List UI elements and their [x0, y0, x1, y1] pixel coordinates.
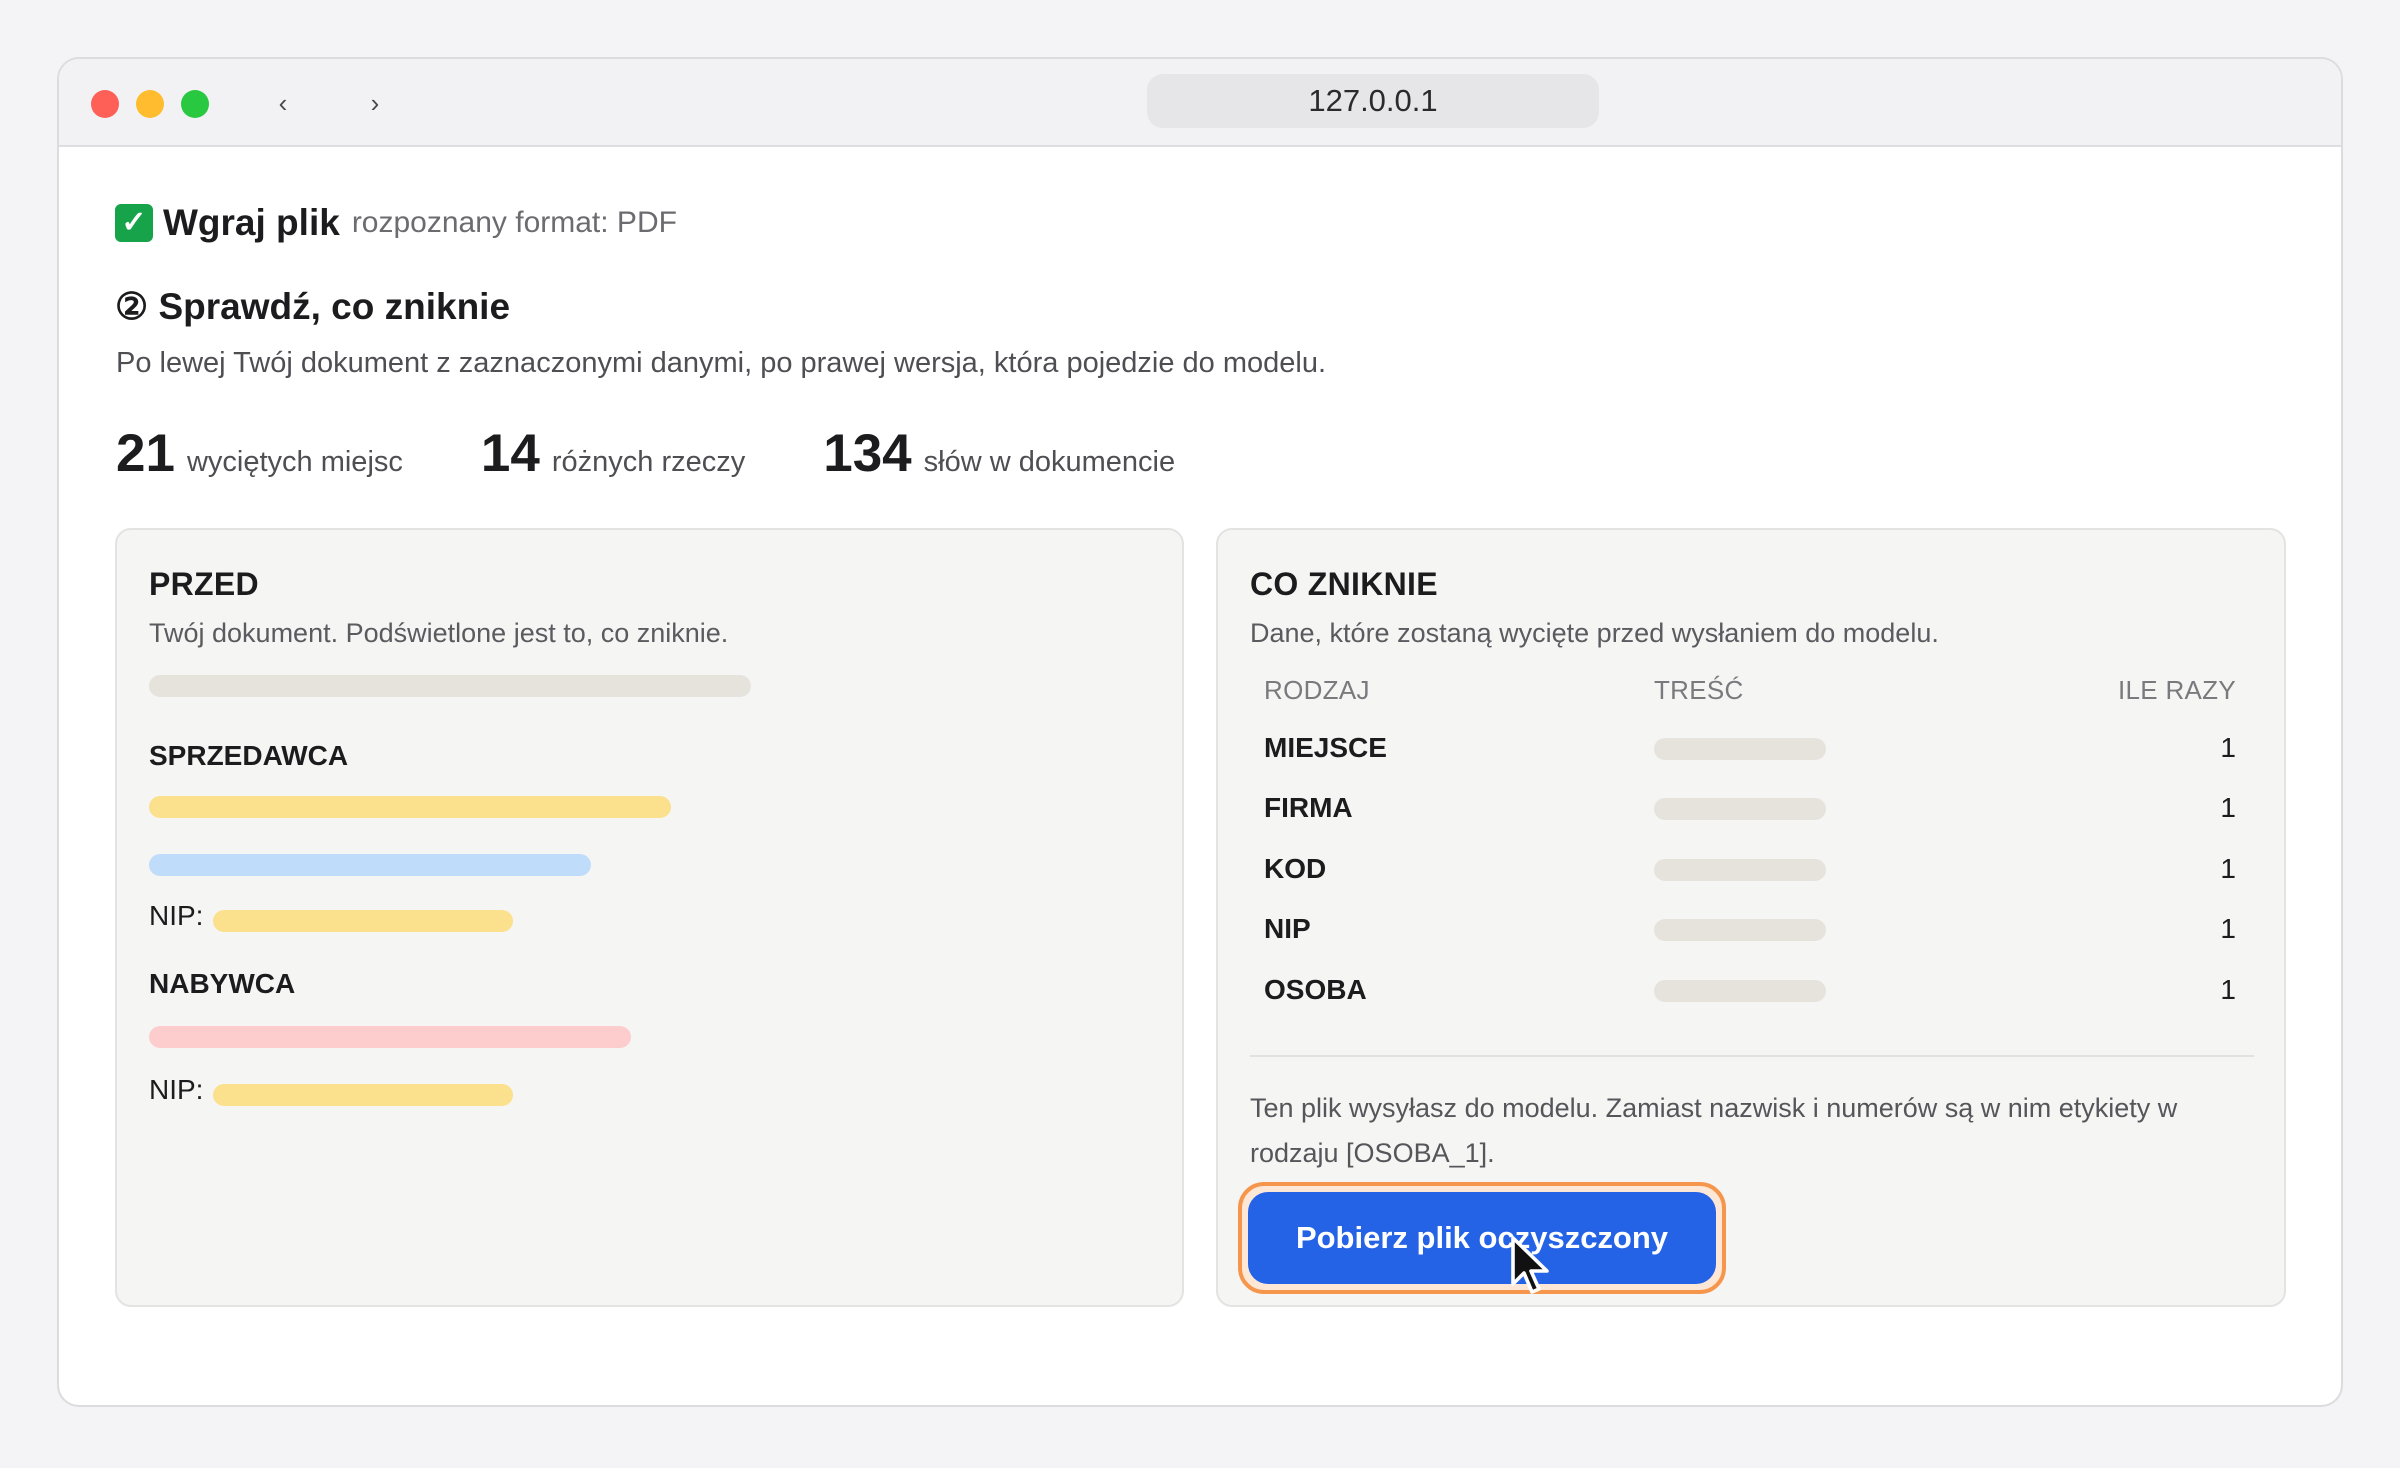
stat-cut-places: 21 wyciętych miejsc: [116, 423, 403, 484]
row-count: 1: [2220, 732, 2236, 763]
back-arrow-icon[interactable]: ‹: [263, 81, 303, 125]
browser-titlebar: ‹ › 127.0.0.1: [59, 59, 2341, 147]
before-title: PRZED: [149, 566, 259, 602]
table-row: KOD 1: [1218, 839, 2284, 899]
step2-description: Po lewej Twój dokument z zaznaczonymi da…: [116, 347, 1327, 379]
step1-title: Wgraj plik: [163, 202, 340, 243]
row-kind: NIP: [1264, 913, 1311, 944]
browser-window: ‹ › 127.0.0.1 ✓ Wgraj plik rozpoznany fo…: [57, 57, 2343, 1407]
removed-subtitle: Dane, które zostaną wycięte przed wysłan…: [1250, 618, 1939, 648]
divider: [1250, 1055, 2254, 1057]
stat-label: słów w dokumencie: [923, 446, 1176, 478]
seller-nip-label: NIP:: [149, 900, 204, 931]
close-window-icon[interactable]: [91, 90, 119, 118]
redacted-value: [1654, 980, 1826, 1002]
address-bar[interactable]: 127.0.0.1: [1147, 74, 1599, 128]
buyer-nip-label: NIP:: [149, 1074, 204, 1105]
checkmark-icon: ✓: [115, 204, 153, 242]
column-header-kind: RODZAJ: [1264, 675, 1370, 705]
removed-title: CO ZNIKNIE: [1250, 566, 1438, 602]
step1-header: ✓ Wgraj plik rozpoznany format: PDF: [115, 199, 677, 247]
download-clean-file-button[interactable]: Pobierz plik oczyszczony: [1248, 1192, 1716, 1284]
stat-distinct-items: 14 różnych rzeczy: [481, 423, 745, 484]
before-subtitle: Twój dokument. Podświetlone jest to, co …: [149, 618, 729, 648]
row-count: 1: [2220, 792, 2236, 823]
stat-label: wyciętych miejsc: [186, 446, 403, 478]
stat-value: 134: [823, 424, 912, 483]
redacted-value: [1654, 738, 1826, 760]
highlight-bar: [149, 1026, 631, 1048]
table-row: OSOBA 1: [1218, 960, 2284, 1020]
redacted-line: [149, 675, 751, 697]
step2-title: ② Sprawdź, co zniknie: [115, 286, 511, 327]
redacted-value: [1654, 919, 1826, 941]
column-header-count: ILE RAZY: [2118, 675, 2236, 705]
page-content: ✓ Wgraj plik rozpoznany format: PDF ② Sp…: [59, 147, 2341, 1405]
redacted-value: [1654, 798, 1826, 820]
removed-panel: CO ZNIKNIE Dane, które zostaną wycięte p…: [1216, 528, 2286, 1307]
download-note: Ten plik wysyłasz do modelu. Zamiast naz…: [1250, 1093, 2178, 1168]
detected-format: rozpoznany format: PDF: [351, 206, 677, 239]
stat-value: 14: [480, 424, 540, 483]
stat-word-count: 134 słów w dokumencie: [823, 423, 1175, 484]
row-count: 1: [2220, 974, 2236, 1005]
buyer-label: NABYWCA: [149, 968, 296, 999]
row-kind: OSOBA: [1264, 974, 1367, 1005]
maximize-window-icon[interactable]: [181, 90, 209, 118]
table-row: NIP 1: [1218, 899, 2284, 959]
redacted-value: [1654, 859, 1826, 881]
row-kind: MIEJSCE: [1264, 732, 1387, 763]
highlight-bar: [149, 796, 671, 818]
row-kind: KOD: [1264, 853, 1327, 884]
row-kind: FIRMA: [1264, 792, 1353, 823]
minimize-window-icon[interactable]: [136, 90, 164, 118]
seller-label: SPRZEDAWCA: [149, 740, 349, 771]
row-count: 1: [2220, 853, 2236, 884]
stats-row: 21 wyciętych miejsc 14 różnych rzeczy 13…: [116, 423, 1253, 483]
stat-value: 21: [116, 424, 175, 483]
row-count: 1: [2220, 913, 2236, 944]
table-row: MIEJSCE 1: [1218, 718, 2284, 778]
stat-label: różnych rzeczy: [551, 446, 746, 478]
highlight-bar: [213, 1084, 513, 1106]
mouse-cursor-icon: [1511, 1236, 1549, 1294]
table-row: FIRMA 1: [1218, 778, 2284, 838]
column-header-content: TREŚĆ: [1654, 675, 1744, 705]
before-panel: PRZED Twój dokument. Podświetlone jest t…: [115, 528, 1184, 1307]
highlight-bar: [213, 910, 513, 932]
highlight-bar: [149, 854, 591, 876]
forward-arrow-icon[interactable]: ›: [355, 81, 395, 125]
